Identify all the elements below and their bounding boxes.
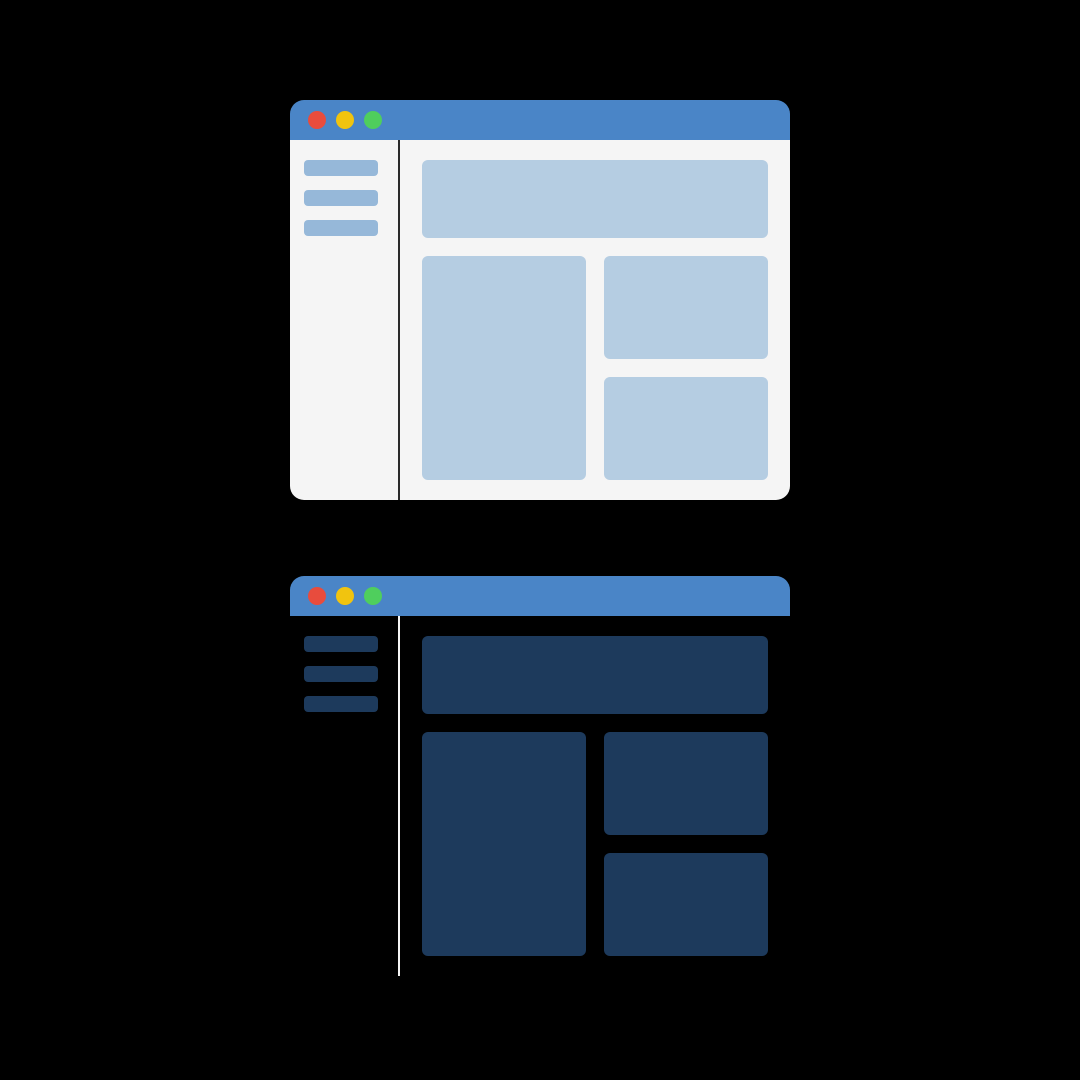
minimize-icon[interactable]: [336, 587, 354, 605]
zoom-icon[interactable]: [364, 111, 382, 129]
side-panel-bottom: [604, 853, 768, 956]
window-body: [290, 140, 790, 500]
close-icon[interactable]: [308, 587, 326, 605]
sidebar-item[interactable]: [304, 666, 378, 682]
sidebar-divider: [398, 616, 400, 976]
zoom-icon[interactable]: [364, 587, 382, 605]
close-icon[interactable]: [308, 111, 326, 129]
main-panel: [422, 732, 586, 956]
side-panels: [604, 256, 768, 480]
window-light-theme: [290, 100, 790, 500]
sidebar-divider: [398, 140, 400, 500]
titlebar: [290, 576, 790, 616]
minimize-icon[interactable]: [336, 111, 354, 129]
window-dark-theme: [290, 576, 790, 976]
sidebar: [290, 616, 400, 976]
sidebar-item[interactable]: [304, 636, 378, 652]
side-panel-top: [604, 256, 768, 359]
sidebar-item[interactable]: [304, 190, 378, 206]
sidebar: [290, 140, 400, 500]
side-panel-bottom: [604, 377, 768, 480]
sidebar-item[interactable]: [304, 220, 378, 236]
side-panels: [604, 732, 768, 956]
hero-panel: [422, 160, 768, 238]
main-panel: [422, 256, 586, 480]
sidebar-item[interactable]: [304, 696, 378, 712]
content-area: [400, 140, 790, 500]
window-body: [290, 616, 790, 976]
content-grid: [422, 732, 768, 956]
hero-panel: [422, 636, 768, 714]
content-grid: [422, 256, 768, 480]
content-area: [400, 616, 790, 976]
titlebar: [290, 100, 790, 140]
side-panel-top: [604, 732, 768, 835]
sidebar-item[interactable]: [304, 160, 378, 176]
